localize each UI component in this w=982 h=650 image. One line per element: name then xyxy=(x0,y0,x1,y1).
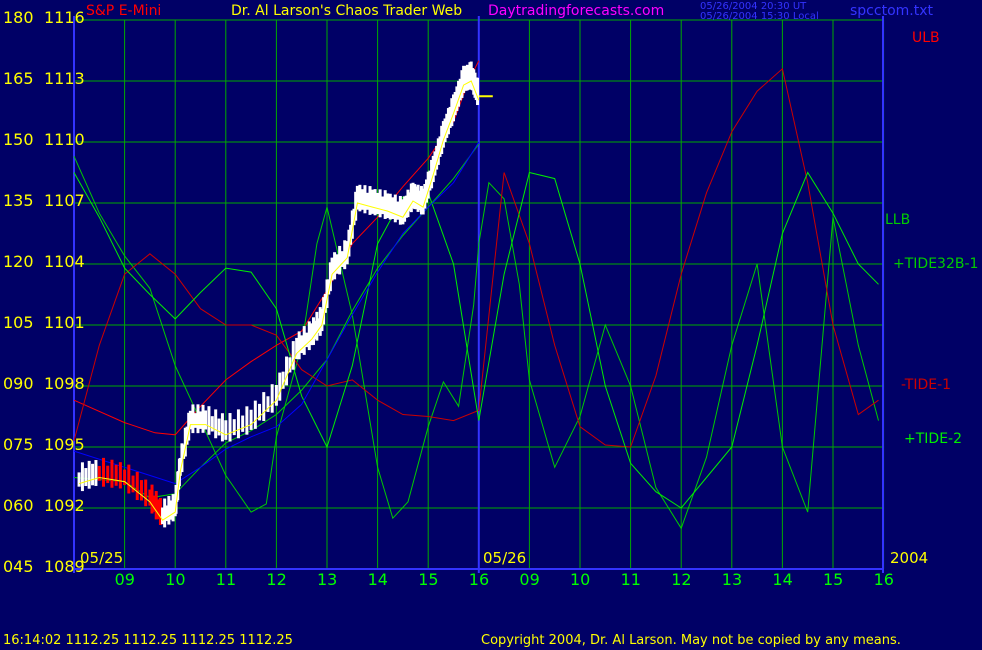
y-price-tick-label: 1104 xyxy=(44,252,85,271)
x-hour-tick-label: 09 xyxy=(114,570,135,589)
y-left-tick-label: 090 xyxy=(3,374,34,393)
price-bar xyxy=(249,409,253,430)
price-bar xyxy=(270,384,274,413)
x-hour-tick-label: 16 xyxy=(468,570,490,589)
price-bar xyxy=(228,413,232,442)
price-bar xyxy=(91,463,95,486)
y-price-tick-label: 1089 xyxy=(44,557,85,576)
x-hour-tick-label: 10 xyxy=(165,570,186,589)
y-left-tick-label: 045 xyxy=(3,557,34,576)
y-left-tick-label: 135 xyxy=(3,191,34,210)
price-bar xyxy=(114,464,118,486)
price-bar xyxy=(110,459,114,488)
header-file: spcctom.txt xyxy=(850,3,933,19)
y-left-tick-label: 060 xyxy=(3,496,34,515)
price-bar xyxy=(139,480,143,501)
price-bar xyxy=(236,409,240,439)
label-tide1: -TIDE-1 xyxy=(901,377,952,393)
price-bar xyxy=(262,392,266,421)
price-bar xyxy=(118,462,122,489)
series--tide-2 xyxy=(73,171,879,509)
x-hour-tick-label: 11 xyxy=(620,570,641,589)
y-price-tick-label: 1092 xyxy=(44,496,85,515)
price-bars xyxy=(77,61,493,528)
header-instrument: S&P E-Mini xyxy=(86,3,162,19)
y-price-tick-label: 1116 xyxy=(44,8,85,27)
y-price-tick-label: 1107 xyxy=(44,191,85,210)
y-price-tick-label: 1095 xyxy=(44,435,85,454)
footer-copyright: Copyright 2004, Dr. Al Larson. May not b… xyxy=(481,633,901,648)
x-hour-tick-label: 11 xyxy=(215,570,237,589)
header-site-link[interactable]: Daytradingforecasts.com xyxy=(488,3,664,19)
header-time-local: 05/26/2004 15:30 Local xyxy=(700,11,819,22)
price-bar xyxy=(476,77,480,106)
price-bar xyxy=(207,406,211,435)
footer-quote: 16:14:02 1112.25 1112.25 1112.25 1112.25 xyxy=(3,633,293,648)
price-bar xyxy=(214,409,218,439)
price-bar xyxy=(210,416,214,432)
moving-average-line xyxy=(78,80,480,521)
x-hour-tick-label: 15 xyxy=(823,570,844,589)
price-bar xyxy=(94,460,98,486)
price-bar xyxy=(253,400,257,429)
price-bar xyxy=(278,372,282,401)
price-bar xyxy=(274,385,278,406)
y-left-tick-label: 075 xyxy=(3,435,34,454)
y-left-tick-label: 180 xyxy=(3,8,34,27)
y-price-tick-label: 1098 xyxy=(44,374,85,393)
price-bar xyxy=(291,341,295,370)
y-price-tick-label: 1113 xyxy=(44,69,85,88)
price-bar xyxy=(106,465,110,484)
x-hour-tick-label: 16 xyxy=(873,570,894,589)
y-left-tick-label: 120 xyxy=(3,252,34,271)
price-bar xyxy=(220,413,224,442)
y-price-tick-label: 1101 xyxy=(44,313,85,332)
price-bar xyxy=(97,465,101,481)
label-tide32b1: +TIDE32B-1 xyxy=(893,256,979,272)
label-llb: LLB xyxy=(885,212,911,228)
price-bar xyxy=(102,457,106,487)
price-bar xyxy=(87,460,91,489)
price-bar xyxy=(217,418,221,436)
label-ulb: ULB xyxy=(912,30,940,46)
price-bar xyxy=(135,471,139,501)
x-hour-tick-label: 14 xyxy=(367,570,388,589)
y-price-tick-label: 1110 xyxy=(44,130,85,149)
price-bar xyxy=(241,415,245,432)
x-hour-tick-label: 09 xyxy=(519,570,540,589)
date-label-0525: 05/25 xyxy=(80,549,124,567)
price-bar xyxy=(84,468,88,487)
series-lines xyxy=(73,60,879,530)
y-left-tick-label: 105 xyxy=(3,313,34,332)
price-bar xyxy=(144,479,148,507)
price-bar xyxy=(285,356,289,386)
price-bar xyxy=(245,406,249,435)
header-title: Dr. Al Larson's Chaos Trader Web xyxy=(231,3,463,19)
x-hour-tick-label: 13 xyxy=(317,570,338,589)
series--tide-1 xyxy=(73,67,879,448)
x-hour-tick-label: 14 xyxy=(772,570,793,589)
x-hour-tick-label: 12 xyxy=(266,570,287,589)
price-bar xyxy=(127,464,131,494)
x-hour-tick-label: 10 xyxy=(570,570,591,589)
x-hour-tick-label: 15 xyxy=(418,570,439,589)
y-left-tick-label: 150 xyxy=(3,130,34,149)
date-label-0526: 05/26 xyxy=(483,549,527,567)
price-bar xyxy=(80,462,84,492)
label-tide2: +TIDE-2 xyxy=(904,431,962,447)
price-bar xyxy=(77,472,81,487)
y-left-tick-label: 165 xyxy=(3,69,34,88)
year-label: 2004 xyxy=(890,549,929,567)
x-hour-tick-label: 12 xyxy=(671,570,692,589)
price-bar xyxy=(204,410,208,430)
price-bar xyxy=(232,419,236,436)
x-hour-tick-label: 13 xyxy=(721,570,743,589)
price-bar xyxy=(224,420,228,440)
